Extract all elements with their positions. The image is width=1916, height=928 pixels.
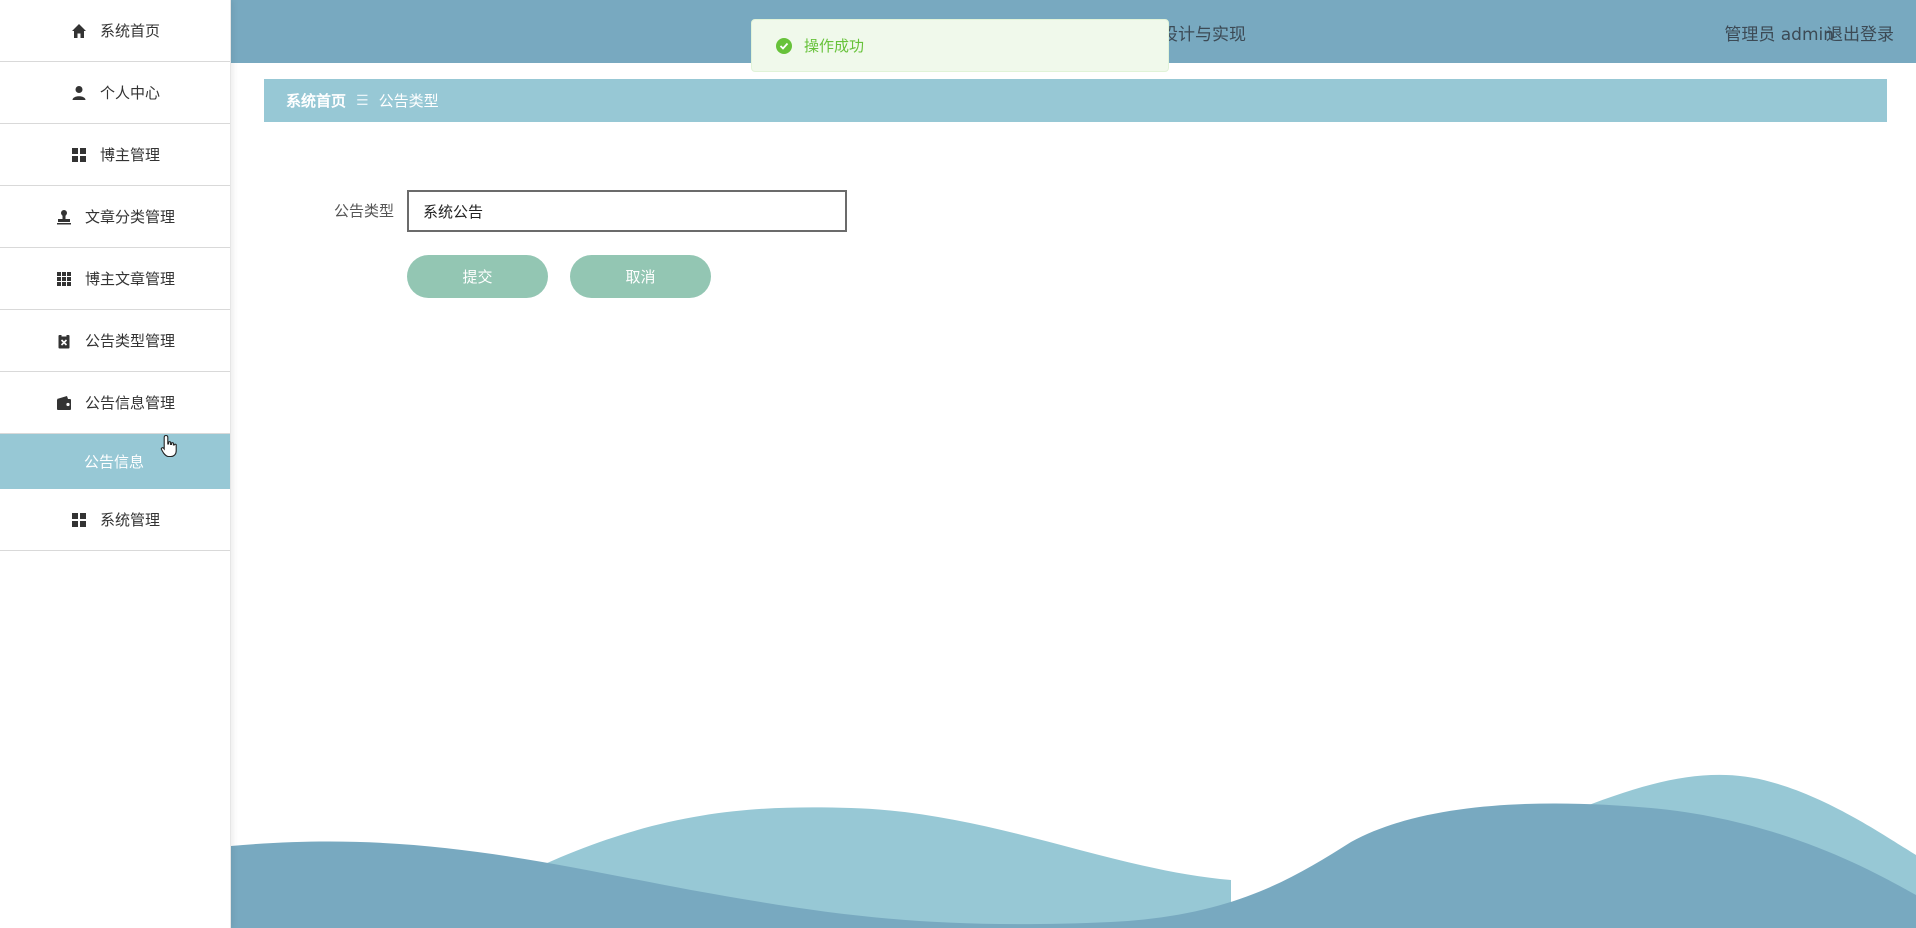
sidebar-item-home[interactable]: 系统首页 <box>0 0 230 62</box>
sidebar-item-system[interactable]: 系统管理 <box>0 489 230 551</box>
toast-message: 操作成功 <box>804 37 865 55</box>
home-icon <box>70 22 88 40</box>
sidebar-item-blog-article[interactable]: 博主文章管理 <box>0 248 230 310</box>
sidebar-item-label: 个人中心 <box>99 84 160 102</box>
user-icon <box>70 84 88 102</box>
sidebar: 系统首页 个人中心 博主管理 文章分类管理 博主文章管理 公告类型管理 公告信息… <box>0 0 231 928</box>
sidebar-item-label: 博主文章管理 <box>84 270 175 288</box>
hand-cursor-icon <box>160 434 177 458</box>
current-user: 管理员 admin <box>1724 25 1834 45</box>
notice-type-input[interactable] <box>407 190 847 232</box>
sidebar-subitem-label: 公告信息 <box>84 453 145 471</box>
sidebar-item-label: 公告信息管理 <box>84 394 175 412</box>
success-check-icon <box>776 37 792 54</box>
breadcrumb-separator-icon: ☰ <box>356 92 369 109</box>
cancel-button[interactable]: 取消 <box>570 255 711 298</box>
breadcrumb-current: 公告类型 <box>378 92 439 110</box>
wallet-icon <box>55 394 73 412</box>
sidebar-subitem-notice-info[interactable]: 公告信息 <box>0 434 230 489</box>
sidebar-item-article-category[interactable]: 文章分类管理 <box>0 186 230 248</box>
sidebar-item-label: 博主管理 <box>99 146 160 164</box>
sidebar-item-notice-type[interactable]: 公告类型管理 <box>0 310 230 372</box>
decorative-waves <box>231 774 1916 928</box>
sidebar-item-label: 系统管理 <box>99 511 160 529</box>
stamp-icon <box>55 208 73 226</box>
submit-button[interactable]: 提交 <box>407 255 548 298</box>
logout-link[interactable]: 退出登录 <box>1826 20 1894 45</box>
sidebar-item-label: 公告类型管理 <box>84 332 175 350</box>
sidebar-item-label: 系统首页 <box>99 22 160 40</box>
sidebar-item-label: 文章分类管理 <box>84 208 175 226</box>
app-title: 设计与实现 <box>1161 25 1246 45</box>
success-toast: 操作成功 <box>751 19 1169 72</box>
sidebar-item-profile[interactable]: 个人中心 <box>0 62 230 124</box>
sidebar-item-notice-info[interactable]: 公告信息管理 <box>0 372 230 434</box>
breadcrumb-home[interactable]: 系统首页 <box>286 90 346 111</box>
breadcrumb: 系统首页 ☰ 公告类型 <box>264 79 1887 122</box>
grid-icon <box>70 146 88 164</box>
grid-icon <box>70 511 88 529</box>
clipboard-icon <box>55 332 73 350</box>
notice-type-label: 公告类型 <box>334 202 395 220</box>
apps-icon <box>55 270 73 288</box>
sidebar-item-blogger[interactable]: 博主管理 <box>0 124 230 186</box>
